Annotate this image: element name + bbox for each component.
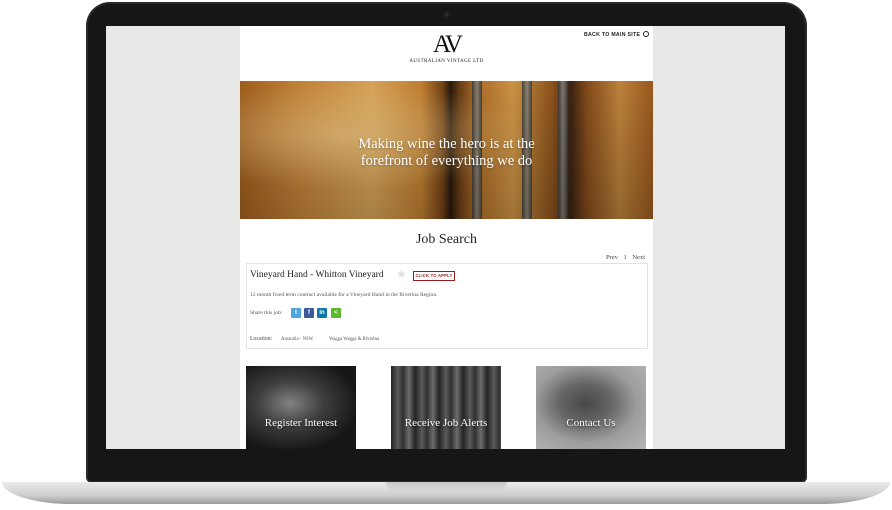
location-label: Location: bbox=[250, 336, 273, 342]
logo-text: AUSTRALIAN VINTAGE LTD bbox=[409, 59, 484, 64]
register-interest-tile[interactable]: Register Interest bbox=[246, 366, 356, 449]
careers-page: BACK TO MAIN SITE AV AUSTRALIAN VINTAGE … bbox=[240, 26, 653, 449]
logo-mark: AV bbox=[433, 31, 463, 58]
hero-line-2: forefront of everything we do bbox=[360, 153, 533, 169]
star-icon[interactable]: ★ bbox=[396, 267, 407, 282]
job-title-link[interactable]: Vineyard Hand - Whitton Vineyard bbox=[250, 270, 384, 280]
facebook-icon[interactable]: f bbox=[304, 308, 314, 318]
logo[interactable]: AV AUSTRALIAN VINTAGE LTD bbox=[240, 31, 653, 65]
tile-label: Register Interest bbox=[264, 417, 338, 429]
apply-button[interactable]: CLICK TO APPLY bbox=[413, 271, 455, 281]
tile-label: Receive Job Alerts bbox=[404, 417, 488, 429]
pagination: Prev 1 Next bbox=[602, 254, 645, 261]
page-title: Job Search bbox=[415, 232, 478, 247]
job-listing: Vineyard Hand - Whitton Vineyard ★ CLICK… bbox=[246, 263, 648, 349]
hero-banner: Making wine the hero is at the forefront… bbox=[240, 81, 653, 219]
prev-link[interactable]: Prev bbox=[606, 254, 618, 261]
location-region: Wagga Wagga & Riverina bbox=[329, 337, 380, 342]
twitter-icon[interactable]: t bbox=[291, 308, 301, 318]
share-icon[interactable]: < bbox=[331, 308, 341, 318]
laptop-screen: BACK TO MAIN SITE AV AUSTRALIAN VINTAGE … bbox=[106, 26, 785, 449]
next-link[interactable]: Next bbox=[632, 254, 645, 261]
hero-tagline: Making wine the hero is at the forefront… bbox=[240, 136, 653, 170]
share-label: Share this job: bbox=[250, 310, 283, 316]
page-number[interactable]: 1 bbox=[623, 254, 626, 261]
tile-overlay bbox=[391, 366, 501, 449]
linkedin-icon[interactable]: in bbox=[317, 308, 327, 318]
tile-overlay bbox=[536, 366, 646, 449]
hero-line-1: Making wine the hero is at the bbox=[358, 136, 535, 152]
receive-job-alerts-tile[interactable]: Receive Job Alerts bbox=[391, 366, 501, 449]
job-description: 12 month fixed term contract available f… bbox=[250, 292, 438, 298]
laptop-notch bbox=[386, 482, 507, 491]
tile-label: Contact Us bbox=[566, 417, 616, 429]
location-country: Australia - NSW bbox=[281, 337, 314, 342]
camera-icon bbox=[443, 11, 450, 18]
tile-overlay bbox=[246, 366, 356, 449]
contact-us-tile[interactable]: Contact Us bbox=[536, 366, 646, 449]
